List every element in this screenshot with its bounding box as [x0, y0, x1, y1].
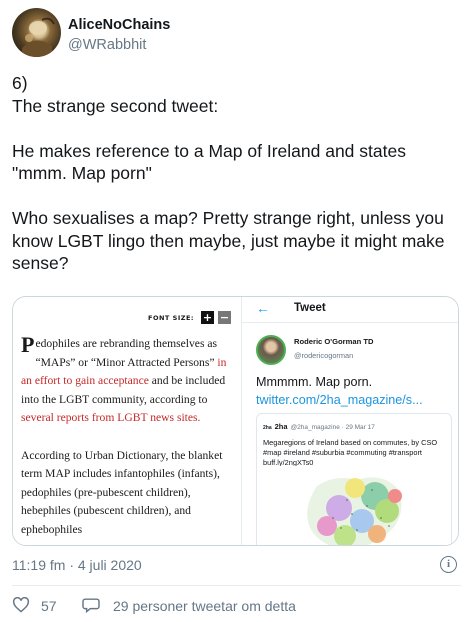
article-paragraph-2: According to Urban Dictionary, the blank…	[21, 448, 223, 536]
font-size-control: FONT SIZE: + −	[148, 311, 231, 324]
speech-bubble-icon[interactable]	[82, 597, 100, 613]
divider	[12, 585, 461, 586]
roderic-avatar	[256, 335, 286, 365]
heart-icon[interactable]	[12, 597, 30, 613]
article-body: Pedophiles are rebranding themselves as …	[21, 332, 233, 545]
quoted-tweet-text: Mmmmm. Map porn. twitter.com/2ha_magazin…	[256, 373, 458, 409]
nested-quote-header: 2ha 2ha @2ha_magazine · 29 Mar 17	[263, 422, 375, 431]
article-text-a: edophiles are rebranding themselves as “…	[35, 337, 218, 369]
nested-quote-name: 2ha	[274, 422, 288, 431]
tweeting-count-text[interactable]: 29 personer tweetar om detta	[113, 598, 296, 614]
nested-quote-logo: 2ha	[263, 425, 272, 431]
author-handle[interactable]: @WRabbhit	[68, 37, 146, 53]
font-size-label: FONT SIZE:	[148, 313, 194, 322]
nested-quote-card: 2ha 2ha @2ha_magazine · 29 Mar 17 Megaregi…	[256, 413, 452, 545]
article-screenshot[interactable]: FONT SIZE: + − Pedophiles are rebranding…	[13, 297, 239, 545]
author-name[interactable]: AliceNoChains	[68, 17, 170, 33]
nested-quote-meta: @2ha_magazine · 29 Mar 17	[290, 424, 375, 431]
alice-avatar-icon[interactable]	[12, 8, 61, 57]
quoted-text-link: twitter.com/2ha_magazine/s...	[256, 393, 423, 407]
tweet-header: AliceNoChains @WRabbhit	[12, 8, 452, 60]
article-paragraph-1: Pedophiles are rebranding themselves as …	[21, 332, 233, 428]
quoted-text-plain: Mmmmm. Map porn.	[256, 375, 373, 389]
quoted-author-handle: @rodericogorman	[294, 351, 354, 360]
quoted-tweet-screenshot[interactable]: ← Tweet Roderic O'Gorman TD @rodericogor…	[241, 297, 458, 545]
tweet-text: 6) The strange second tweet: He makes re…	[12, 73, 445, 273]
font-minus-icon: −	[218, 311, 231, 324]
info-icon[interactable]: i	[440, 556, 457, 573]
nested-quote-text: Megaregions of Ireland based on commutes…	[263, 438, 438, 467]
tweet-timestamp[interactable]: 11:19 fm · 4 juli 2020	[12, 557, 142, 573]
font-plus-icon: +	[201, 311, 214, 324]
quoted-tweet-header: ← Tweet	[242, 297, 458, 323]
quoted-header-title: Tweet	[294, 302, 326, 314]
back-arrow-icon: ←	[256, 300, 270, 316]
article-dropcap: P	[21, 332, 35, 357]
quoted-author-name: Roderic O'Gorman TD	[294, 337, 374, 346]
tweet-actions: 57 29 personer tweetar om detta	[12, 596, 452, 616]
like-count[interactable]: 57	[41, 598, 57, 614]
article-link-reports: several reports from LGBT news sites.	[21, 411, 201, 424]
ireland-map-image	[257, 466, 451, 545]
tweet-media[interactable]: FONT SIZE: + − Pedophiles are rebranding…	[12, 296, 459, 546]
